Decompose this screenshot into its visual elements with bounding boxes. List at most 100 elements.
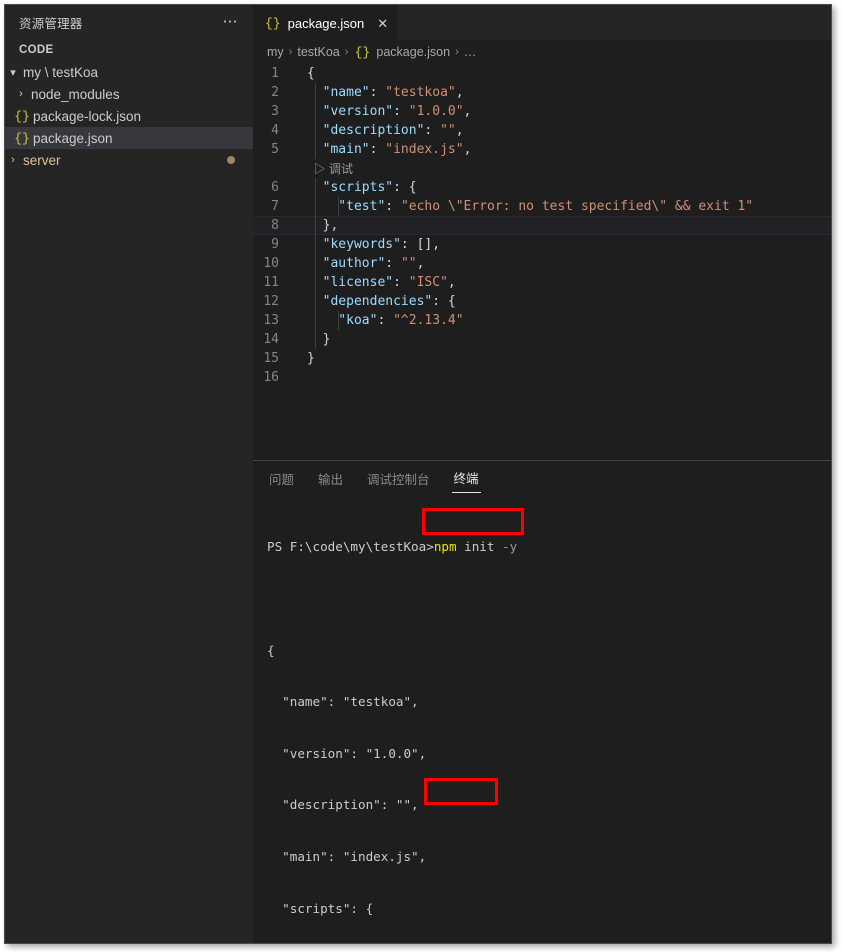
terminal-line-command: PS F:\code\my\testKoa>npm init -y (267, 538, 831, 555)
terminal-line: "main": "index.js", (267, 848, 427, 864)
code-text: "dependencies": { (307, 294, 456, 309)
editor-tab-bar: {} package.json ✕ (253, 5, 831, 40)
tree-row-package-lock-json[interactable]: {} package-lock.json (5, 105, 253, 127)
chevron-down-icon[interactable]: ▾ (5, 66, 21, 79)
code-line: 9 "keywords": [], (253, 235, 831, 254)
explorer-title: 资源管理器 (19, 16, 83, 31)
vscode-window: 资源管理器 ⋯ CODE ▾ my \ testKoa › node_modul… (4, 4, 832, 944)
code-line: 14 } (253, 330, 831, 349)
terminal-command-args: init (456, 539, 495, 555)
tab-label: package.json (287, 15, 365, 31)
tab-package-json[interactable]: {} package.json ✕ (253, 5, 399, 40)
ellipsis-icon[interactable]: ⋯ (223, 14, 240, 29)
explorer-sidebar: 资源管理器 ⋯ CODE ▾ my \ testKoa › node_modul… (5, 5, 253, 943)
line-number: 12 (263, 294, 279, 309)
line-number: 2 (271, 85, 279, 100)
code-line: 15 } (253, 349, 831, 368)
tree-row-package-json[interactable]: {} package.json (5, 127, 253, 149)
line-number: 1 (271, 66, 279, 81)
git-status-dot-icon (227, 156, 235, 164)
code-line: 16 (253, 368, 831, 387)
line-number: 15 (263, 351, 279, 366)
bottom-panel: 问题 输出 调试控制台 终端 PS F:\code\my\testKoa>npm… (253, 460, 831, 943)
code-line: 3 "version": "1.0.0", (253, 102, 831, 121)
code-text: "license": "ISC", (307, 275, 456, 290)
terminal-line: { (267, 642, 275, 658)
code-line: 4 "description": "", (253, 121, 831, 140)
tree-item-label: node_modules (31, 86, 120, 102)
terminal-line: "description": "", (267, 797, 419, 813)
close-icon[interactable]: ✕ (377, 17, 388, 30)
breadcrumb-item-my[interactable]: my (267, 45, 284, 59)
code-text: "koa": "^2.13.4" (307, 313, 464, 328)
line-number: 13 (263, 313, 279, 328)
code-line: 6 "scripts": { (253, 178, 831, 197)
json-file-icon: {} (14, 130, 30, 146)
file-tree: ▾ my \ testKoa › node_modules {} package… (5, 61, 253, 171)
editor-area: {} package.json ✕ my › testKoa › {} pack… (253, 5, 831, 943)
tab-problems[interactable]: 问题 (267, 465, 296, 493)
code-line: 13 "koa": "^2.13.4" (253, 311, 831, 330)
code-line: 8 }, (253, 216, 831, 235)
json-file-icon: {} (265, 15, 281, 31)
code-text: { (307, 66, 315, 81)
tab-output[interactable]: 输出 (316, 465, 345, 493)
tab-terminal[interactable]: 终端 (451, 464, 481, 493)
code-editor[interactable]: 1 { 2 "name": "testkoa", 3 "version": "1… (253, 64, 831, 460)
tree-item-label: package.json (33, 130, 113, 146)
code-text: "test": "echo \"Error: no test specified… (307, 199, 754, 214)
code-text: "main": "index.js", (307, 142, 472, 157)
code-line: 1 { (253, 64, 831, 83)
tree-row-node-modules[interactable]: › node_modules (5, 83, 253, 105)
breadcrumb-item-package-json[interactable]: package.json (376, 45, 450, 59)
chevron-right-icon: › (288, 46, 293, 58)
line-number: 8 (271, 218, 279, 233)
codelens-debug[interactable]: ▷ 调试 (253, 159, 831, 178)
chevron-right-icon[interactable]: › (13, 88, 29, 100)
breadcrumb: my › testKoa › {} package.json › … (253, 40, 831, 64)
code-text: "description": "", (307, 123, 464, 138)
line-number: 16 (263, 370, 279, 385)
chevron-right-icon: › (344, 46, 349, 58)
line-number: 3 (271, 104, 279, 119)
line-number: 11 (263, 275, 279, 290)
terminal-command-name: npm (433, 539, 457, 555)
json-file-icon: {} (354, 44, 371, 60)
code-line: 10 "author": "", (253, 254, 831, 273)
code-line: 11 "license": "ISC", (253, 273, 831, 292)
json-file-icon: {} (14, 108, 30, 124)
explorer-header: 资源管理器 ⋯ (5, 5, 253, 39)
line-number: 9 (271, 237, 279, 252)
terminal-line: "scripts": { (267, 900, 374, 916)
panel-tab-bar: 问题 输出 调试控制台 终端 (253, 461, 831, 496)
code-text: "scripts": { (307, 180, 417, 195)
tree-item-label: package-lock.json (33, 108, 142, 124)
line-number: 14 (263, 332, 279, 347)
code-line: 5 "main": "index.js", (253, 140, 831, 159)
breadcrumb-item-more[interactable]: … (464, 45, 477, 59)
tab-debug-console[interactable]: 调试控制台 (365, 465, 432, 493)
line-number: 6 (271, 180, 279, 195)
code-text: }, (307, 218, 339, 233)
line-number: 7 (271, 199, 279, 214)
line-number: 5 (271, 142, 279, 157)
code-text: "author": "", (307, 256, 425, 271)
chevron-right-icon[interactable]: › (5, 154, 21, 166)
code-text: } (307, 332, 331, 347)
explorer-section-title: CODE (19, 44, 54, 56)
terminal-output[interactable]: PS F:\code\my\testKoa>npm init -y { "nam… (253, 496, 831, 943)
tree-item-label: server (23, 152, 61, 168)
tree-row-root[interactable]: ▾ my \ testKoa (5, 61, 253, 83)
line-number: 10 (263, 256, 279, 271)
line-number: 4 (271, 123, 279, 138)
tree-root-label: my \ testKoa (23, 64, 99, 80)
terminal-line: "version": "1.0.0", (267, 745, 427, 761)
terminal-command-flag: -y (494, 539, 518, 555)
breadcrumb-item-testkoa[interactable]: testKoa (297, 45, 339, 59)
code-line: 7 "test": "echo \"Error: no test specifi… (253, 197, 831, 216)
codelens-label[interactable]: 调试 (329, 162, 353, 176)
chevron-right-icon: › (455, 46, 459, 58)
terminal-prompt: PS F:\code\my\testKoa> (267, 539, 434, 555)
tree-row-server[interactable]: › server (5, 149, 253, 171)
code-text: "version": "1.0.0", (307, 104, 472, 119)
